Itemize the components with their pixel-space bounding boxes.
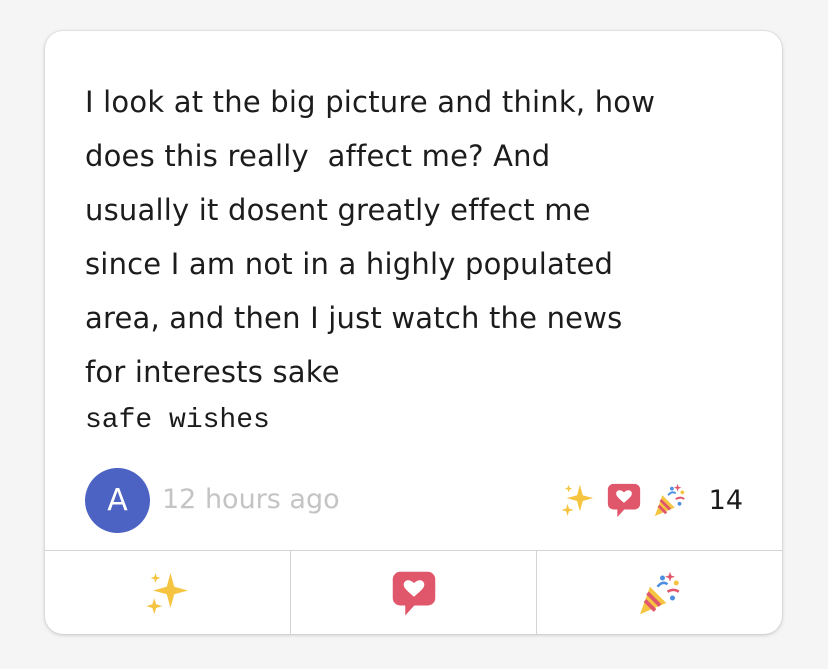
sparkles-reaction-button[interactable] [45, 551, 291, 634]
sparkles-icon [559, 480, 597, 520]
avatar[interactable]: A [85, 468, 150, 533]
post-timestamp: 12 hours ago [162, 484, 340, 515]
party-reaction-button[interactable] [537, 551, 782, 634]
reaction-summary[interactable]: 14 [551, 480, 743, 520]
party-popper-icon [651, 480, 689, 520]
reaction-actions [45, 550, 782, 634]
reaction-count: 14 [708, 484, 743, 516]
post-card: I look at the big picture and think, how… [45, 31, 782, 634]
heart-speech-bubble-icon [605, 480, 643, 520]
post-signature: safe wishes [85, 405, 270, 436]
post-meta: A 12 hours ago 14 [85, 468, 745, 533]
heart-reaction-button[interactable] [291, 551, 537, 634]
sparkles-icon [145, 573, 188, 615]
post-body: I look at the big picture and think, how… [85, 85, 656, 389]
party-popper-icon [639, 571, 679, 615]
heart-speech-bubble-icon [392, 571, 435, 616]
